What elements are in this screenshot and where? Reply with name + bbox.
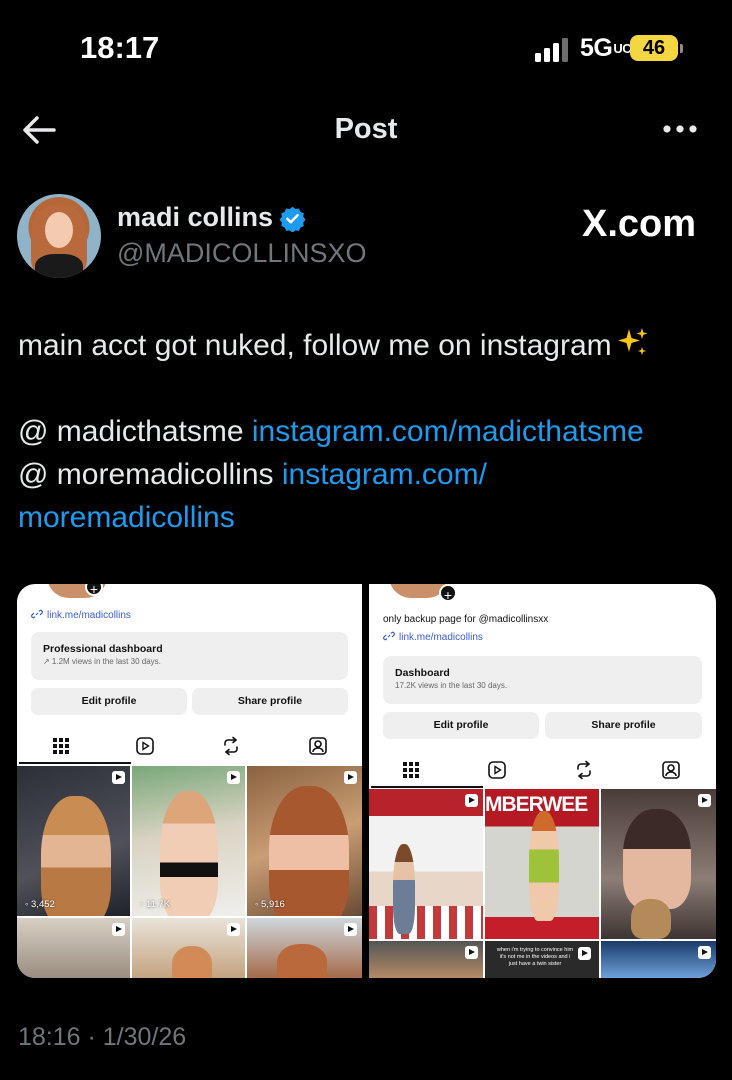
mini-profile-link: link.me/madicollins bbox=[383, 630, 483, 643]
verified-badge-icon bbox=[279, 206, 306, 232]
grid-post-6 bbox=[247, 918, 362, 978]
post-line-2: @ madicthatsme instagram.com/madicthatsm… bbox=[18, 415, 644, 448]
share-profile-button: Share profile bbox=[545, 712, 702, 739]
profile-grid: MBERWEE when i'm trying to convince him … bbox=[369, 789, 716, 978]
author-display-name[interactable]: madi collins bbox=[117, 202, 273, 233]
grid-post-3 bbox=[601, 789, 716, 939]
reel-icon bbox=[344, 923, 357, 936]
post-text: main acct got nuked, follow me on instag… bbox=[18, 324, 718, 539]
battery-nub bbox=[680, 44, 683, 53]
active-tab-indicator bbox=[19, 762, 131, 764]
post-media[interactable]: + link.me/madicollins Professional dashb… bbox=[17, 584, 716, 978]
reel-icon bbox=[112, 771, 125, 784]
active-tab-indicator bbox=[371, 786, 483, 788]
view-count: ◦ 5,916 bbox=[255, 899, 285, 910]
profile-grid: ◦ 3,452 ◦ 11.7K ◦ 5,916 bbox=[17, 766, 362, 978]
reel-icon bbox=[578, 947, 591, 960]
post-line-3: @ moremadicollins instagram.com/ bbox=[18, 458, 487, 491]
reel-icon bbox=[227, 771, 240, 784]
edit-profile-button: Edit profile bbox=[383, 712, 539, 739]
media-image-left[interactable]: + link.me/madicollins Professional dashb… bbox=[17, 584, 362, 978]
instagram-link-moremadicollins[interactable]: instagram.com/ bbox=[282, 458, 487, 491]
grid-post-3: ◦ 5,916 bbox=[247, 766, 362, 916]
battery-icon: 46 bbox=[630, 35, 678, 61]
mini-profile-bio: only backup page for @madicollinsxx bbox=[383, 614, 549, 625]
link-icon bbox=[383, 631, 395, 641]
instagram-link-moremadicollins-cont[interactable]: moremadicollins bbox=[18, 501, 235, 534]
grid-post-1: ◦ 3,452 bbox=[17, 766, 130, 916]
post-line-4: moremadicollins bbox=[18, 496, 718, 539]
reels-icon bbox=[136, 737, 154, 755]
post-line-1: main acct got nuked, follow me on instag… bbox=[18, 324, 718, 367]
video-caption: when i'm trying to convince him it's not… bbox=[496, 947, 574, 967]
page-title: Post bbox=[334, 113, 398, 145]
reel-icon bbox=[698, 946, 711, 959]
post-timestamp: 18:16 · 1/30/26 bbox=[18, 1023, 187, 1051]
instagram-link-madicthatsme[interactable]: instagram.com/madicthatsme bbox=[252, 415, 644, 448]
link-icon bbox=[31, 609, 43, 619]
reels-icon bbox=[488, 761, 506, 779]
avatar[interactable] bbox=[17, 194, 101, 278]
event-sign-text: MBERWEE bbox=[485, 793, 588, 816]
professional-dashboard-card: Professional dashboard ↗ 1.2M views in t… bbox=[31, 632, 348, 680]
network-type: 5GUC bbox=[580, 34, 632, 62]
x-com-watermark: X.com bbox=[582, 203, 697, 245]
reel-icon bbox=[465, 946, 478, 959]
reel-icon bbox=[227, 923, 240, 936]
grid-post-6 bbox=[601, 941, 716, 978]
signal-strength-icon bbox=[535, 36, 571, 62]
grid-post-4 bbox=[17, 918, 130, 978]
grid-post-2: ◦ 11.7K bbox=[132, 766, 245, 916]
dashboard-subtitle: ↗ 1.2M views in the last 30 days. bbox=[43, 657, 161, 666]
media-image-right[interactable]: + only backup page for @madicollinsxx li… bbox=[369, 584, 716, 978]
dashboard-subtitle: 17.2K views in the last 30 days. bbox=[395, 681, 508, 690]
more-options-button[interactable] bbox=[660, 112, 700, 146]
more-horizontal-icon bbox=[663, 125, 697, 133]
dashboard-title: Dashboard bbox=[395, 667, 450, 679]
grid-icon bbox=[403, 762, 419, 778]
share-profile-button: Share profile bbox=[192, 688, 348, 715]
grid-post-4 bbox=[369, 941, 483, 978]
edit-profile-button: Edit profile bbox=[31, 688, 187, 715]
grid-post-2: MBERWEE bbox=[485, 789, 599, 939]
status-time: 18:17 bbox=[80, 30, 160, 65]
mini-profile-link: link.me/madicollins bbox=[31, 608, 131, 621]
dashboard-card: Dashboard 17.2K views in the last 30 day… bbox=[383, 656, 702, 704]
sparkles-icon bbox=[617, 328, 648, 355]
grid-icon bbox=[53, 738, 69, 754]
profile-tabs bbox=[17, 728, 362, 764]
author-handle[interactable]: @MADICOLLINSXO bbox=[117, 238, 366, 269]
status-bar: 18:17 5GUC 46 bbox=[0, 0, 732, 96]
dashboard-title: Professional dashboard bbox=[43, 643, 163, 655]
grid-post-5: when i'm trying to convince him it's not… bbox=[485, 941, 599, 978]
tagged-icon bbox=[309, 737, 327, 755]
reel-icon bbox=[344, 771, 357, 784]
add-story-icon: + bbox=[85, 584, 103, 597]
reel-icon bbox=[465, 794, 478, 807]
reel-icon bbox=[698, 794, 711, 807]
profile-tabs bbox=[369, 752, 716, 788]
tagged-icon bbox=[662, 761, 680, 779]
reposts-icon bbox=[224, 736, 238, 756]
grid-post-1 bbox=[369, 789, 483, 939]
reel-icon bbox=[112, 923, 125, 936]
reposts-icon bbox=[577, 760, 591, 780]
add-story-icon: + bbox=[439, 584, 457, 603]
grid-post-5 bbox=[132, 918, 245, 978]
view-count: ◦ 11.7K bbox=[140, 899, 171, 910]
view-count: ◦ 3,452 bbox=[25, 899, 55, 910]
